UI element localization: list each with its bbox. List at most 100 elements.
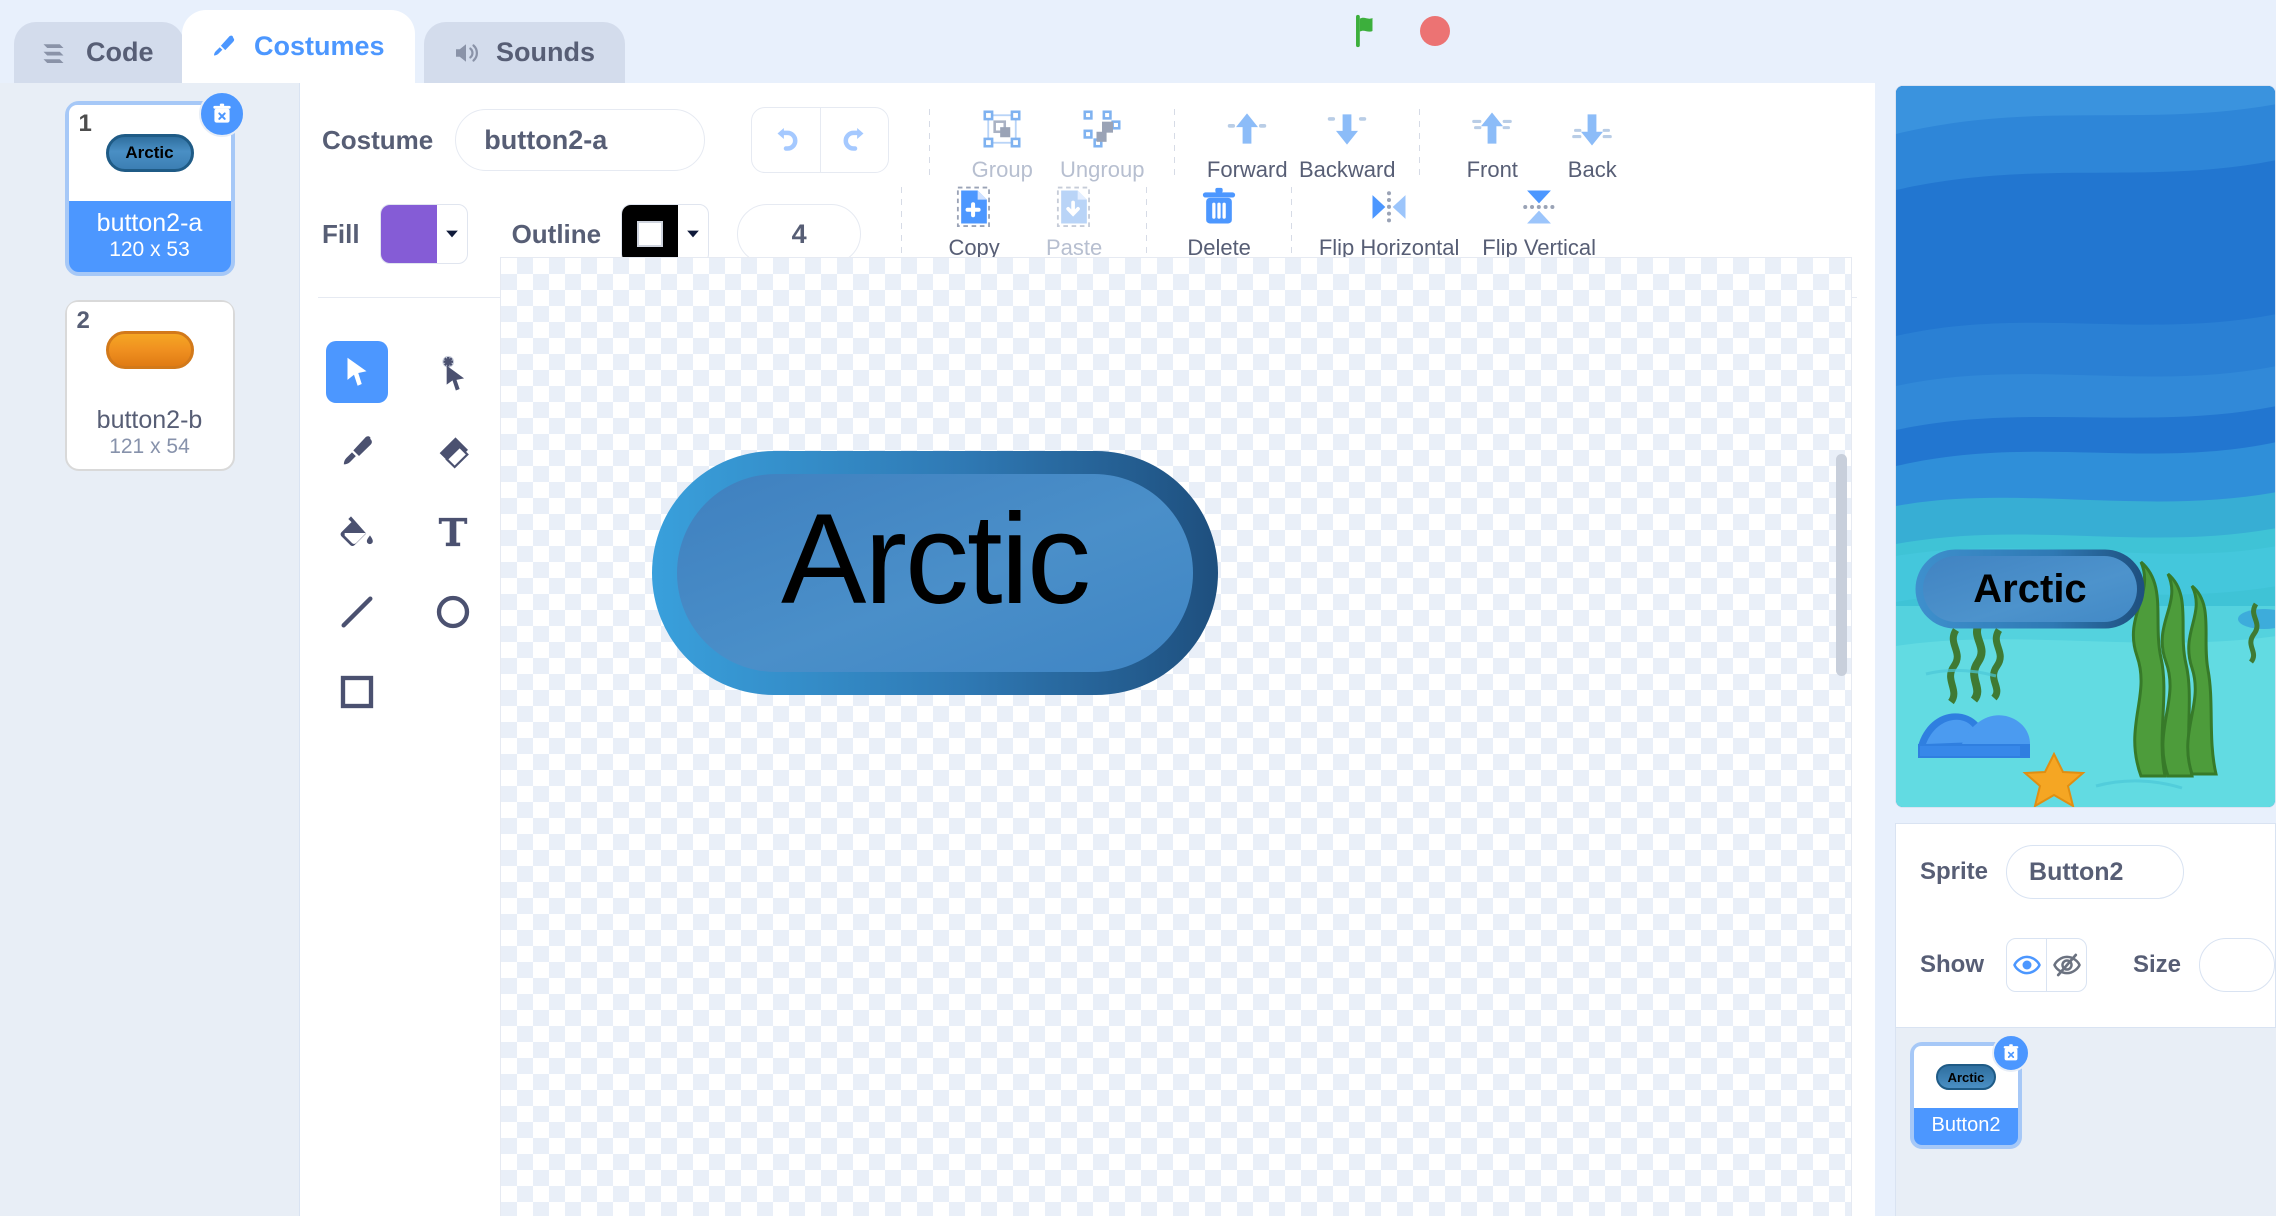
back-icon: [1570, 103, 1614, 155]
rectangle-tool[interactable]: [326, 661, 388, 723]
reshape-tool[interactable]: [422, 341, 484, 403]
sprite-info-panel: Sprite Button2 Show: [1895, 823, 2276, 1028]
sprite-card-name: Button2: [1914, 1108, 2018, 1145]
toolbar-divider: [929, 109, 930, 179]
size-label: Size: [2133, 951, 2181, 979]
fill-swatch: [381, 205, 437, 263]
flip-horizontal-icon: [1367, 181, 1411, 233]
sprite-card-button2[interactable]: Arctic Button2: [1910, 1042, 2022, 1149]
flip-horizontal-button[interactable]: Flip Horizontal: [1314, 179, 1464, 261]
costume-list: 1 Arctic button2-a 120 x 53 2 button2-b …: [0, 83, 300, 1216]
show-label: Show: [1920, 951, 1984, 979]
front-icon: [1470, 103, 1514, 155]
stage-preview[interactable]: Arctic: [1895, 85, 2276, 808]
ungroup-button[interactable]: Ungroup: [1052, 101, 1152, 183]
redo-icon[interactable]: [820, 108, 889, 172]
backward-button[interactable]: Backward: [1297, 101, 1397, 183]
fill-color-picker[interactable]: [380, 204, 468, 264]
green-flag-icon[interactable]: [1350, 12, 1388, 50]
costume-name-input[interactable]: button2-a: [455, 109, 705, 171]
costume-name: button2-b: [67, 398, 233, 435]
forward-button[interactable]: Forward: [1197, 101, 1297, 183]
delete-icon: [1197, 181, 1241, 233]
costume-size: 120 x 53: [69, 238, 231, 272]
fill-tool[interactable]: [326, 501, 388, 563]
paint-canvas[interactable]: Arctic: [500, 257, 1852, 1216]
tab-sounds[interactable]: Sounds: [424, 22, 625, 83]
canvas-vertical-scrollbar[interactable]: [1836, 454, 1847, 676]
costume-delete-icon[interactable]: [199, 91, 245, 137]
sprite-label: Sprite: [1920, 858, 1988, 886]
canvas-arctic-button[interactable]: Arctic: [649, 448, 1221, 698]
fill-label: Fill: [322, 219, 360, 250]
paste-icon: [1052, 181, 1096, 233]
sprite-delete-icon[interactable]: [1992, 1034, 2030, 1072]
brush-icon: [208, 31, 240, 63]
run-controls: [1350, 12, 1454, 50]
group-button[interactable]: Group: [952, 101, 1052, 183]
eye-icon[interactable]: [2007, 939, 2046, 991]
sprite-card-thumb-label: Arctic: [1936, 1064, 1996, 1090]
eraser-tool[interactable]: [422, 421, 484, 483]
size-input[interactable]: [2199, 938, 2275, 992]
costume-thumbnail: [67, 302, 233, 398]
outline-label: Outline: [512, 219, 602, 250]
paste-button[interactable]: Paste: [1024, 179, 1124, 261]
undo-redo-group: [751, 107, 889, 173]
forward-icon: [1225, 103, 1269, 155]
text-tool[interactable]: [422, 501, 484, 563]
transparency-checkerboard: [501, 258, 1851, 1216]
flip-vertical-icon: [1517, 181, 1561, 233]
stage-arctic-button[interactable]: Arctic: [1914, 548, 2146, 630]
paint-toolbar-row-1: Costume button2-a: [300, 83, 1875, 179]
backward-icon: [1325, 103, 1369, 155]
costume-name: button2-a: [69, 201, 231, 238]
scratch-costume-editor: Code Costumes Sounds: [0, 0, 2276, 1216]
costume-size: 121 x 54: [67, 435, 233, 469]
costume-number: 1: [79, 110, 92, 138]
flip-vertical-button[interactable]: Flip Vertical: [1464, 179, 1614, 261]
toolbar-divider: [1419, 109, 1420, 179]
undo-icon[interactable]: [752, 108, 820, 172]
costume-item-2[interactable]: 2 button2-b 121 x 54: [65, 300, 235, 471]
tab-costumes[interactable]: Costumes: [182, 10, 415, 83]
tab-costumes-label: Costumes: [254, 31, 385, 62]
line-tool[interactable]: [326, 581, 388, 643]
tab-sounds-label: Sounds: [496, 37, 595, 68]
copy-icon: [952, 181, 996, 233]
toolbar-divider: [1174, 109, 1175, 179]
select-tool[interactable]: [326, 341, 388, 403]
eye-slash-icon[interactable]: [2046, 939, 2086, 991]
costume-thumb-label: [106, 331, 194, 369]
svg-text:Arctic: Arctic: [781, 488, 1089, 631]
tool-palette: [326, 341, 496, 741]
sprite-name-input[interactable]: Button2: [2006, 845, 2184, 899]
show-toggle-group: [2006, 938, 2087, 992]
circle-tool[interactable]: [422, 581, 484, 643]
underwater-backdrop: [1896, 86, 2276, 808]
svg-text:Arctic: Arctic: [1973, 567, 2086, 611]
front-button[interactable]: Front: [1442, 101, 1542, 183]
costume-item-1[interactable]: 1 Arctic button2-a 120 x 53: [65, 101, 235, 276]
delete-button[interactable]: Delete: [1169, 179, 1269, 261]
paint-editor: Costume button2-a: [300, 83, 1875, 1216]
stage-and-sprite-pane: Arctic Sprite Button2 Show: [1875, 0, 2276, 1216]
costume-name-label: Costume: [322, 125, 433, 156]
stroke-width-input[interactable]: 4: [737, 204, 861, 264]
sprite-show-row: Show: [1896, 920, 2275, 1010]
code-icon: [40, 37, 72, 69]
copy-button[interactable]: Copy: [924, 179, 1024, 261]
back-button[interactable]: Back: [1542, 101, 1642, 183]
outline-swatch: [622, 205, 678, 263]
chevron-down-icon: [678, 205, 708, 263]
outline-color-picker[interactable]: [621, 204, 709, 264]
brush-tool[interactable]: [326, 421, 388, 483]
arrange-buttons: Group Ungroup: [952, 101, 1642, 179]
sprite-name-row: Sprite Button2: [1896, 824, 2275, 920]
stop-icon[interactable]: [1416, 12, 1454, 50]
speaker-icon: [450, 37, 482, 69]
group-icon: [980, 103, 1024, 155]
tab-code[interactable]: Code: [14, 22, 184, 83]
chevron-down-icon: [437, 205, 467, 263]
sprite-tray: Arctic Button2: [1895, 1028, 2276, 1216]
